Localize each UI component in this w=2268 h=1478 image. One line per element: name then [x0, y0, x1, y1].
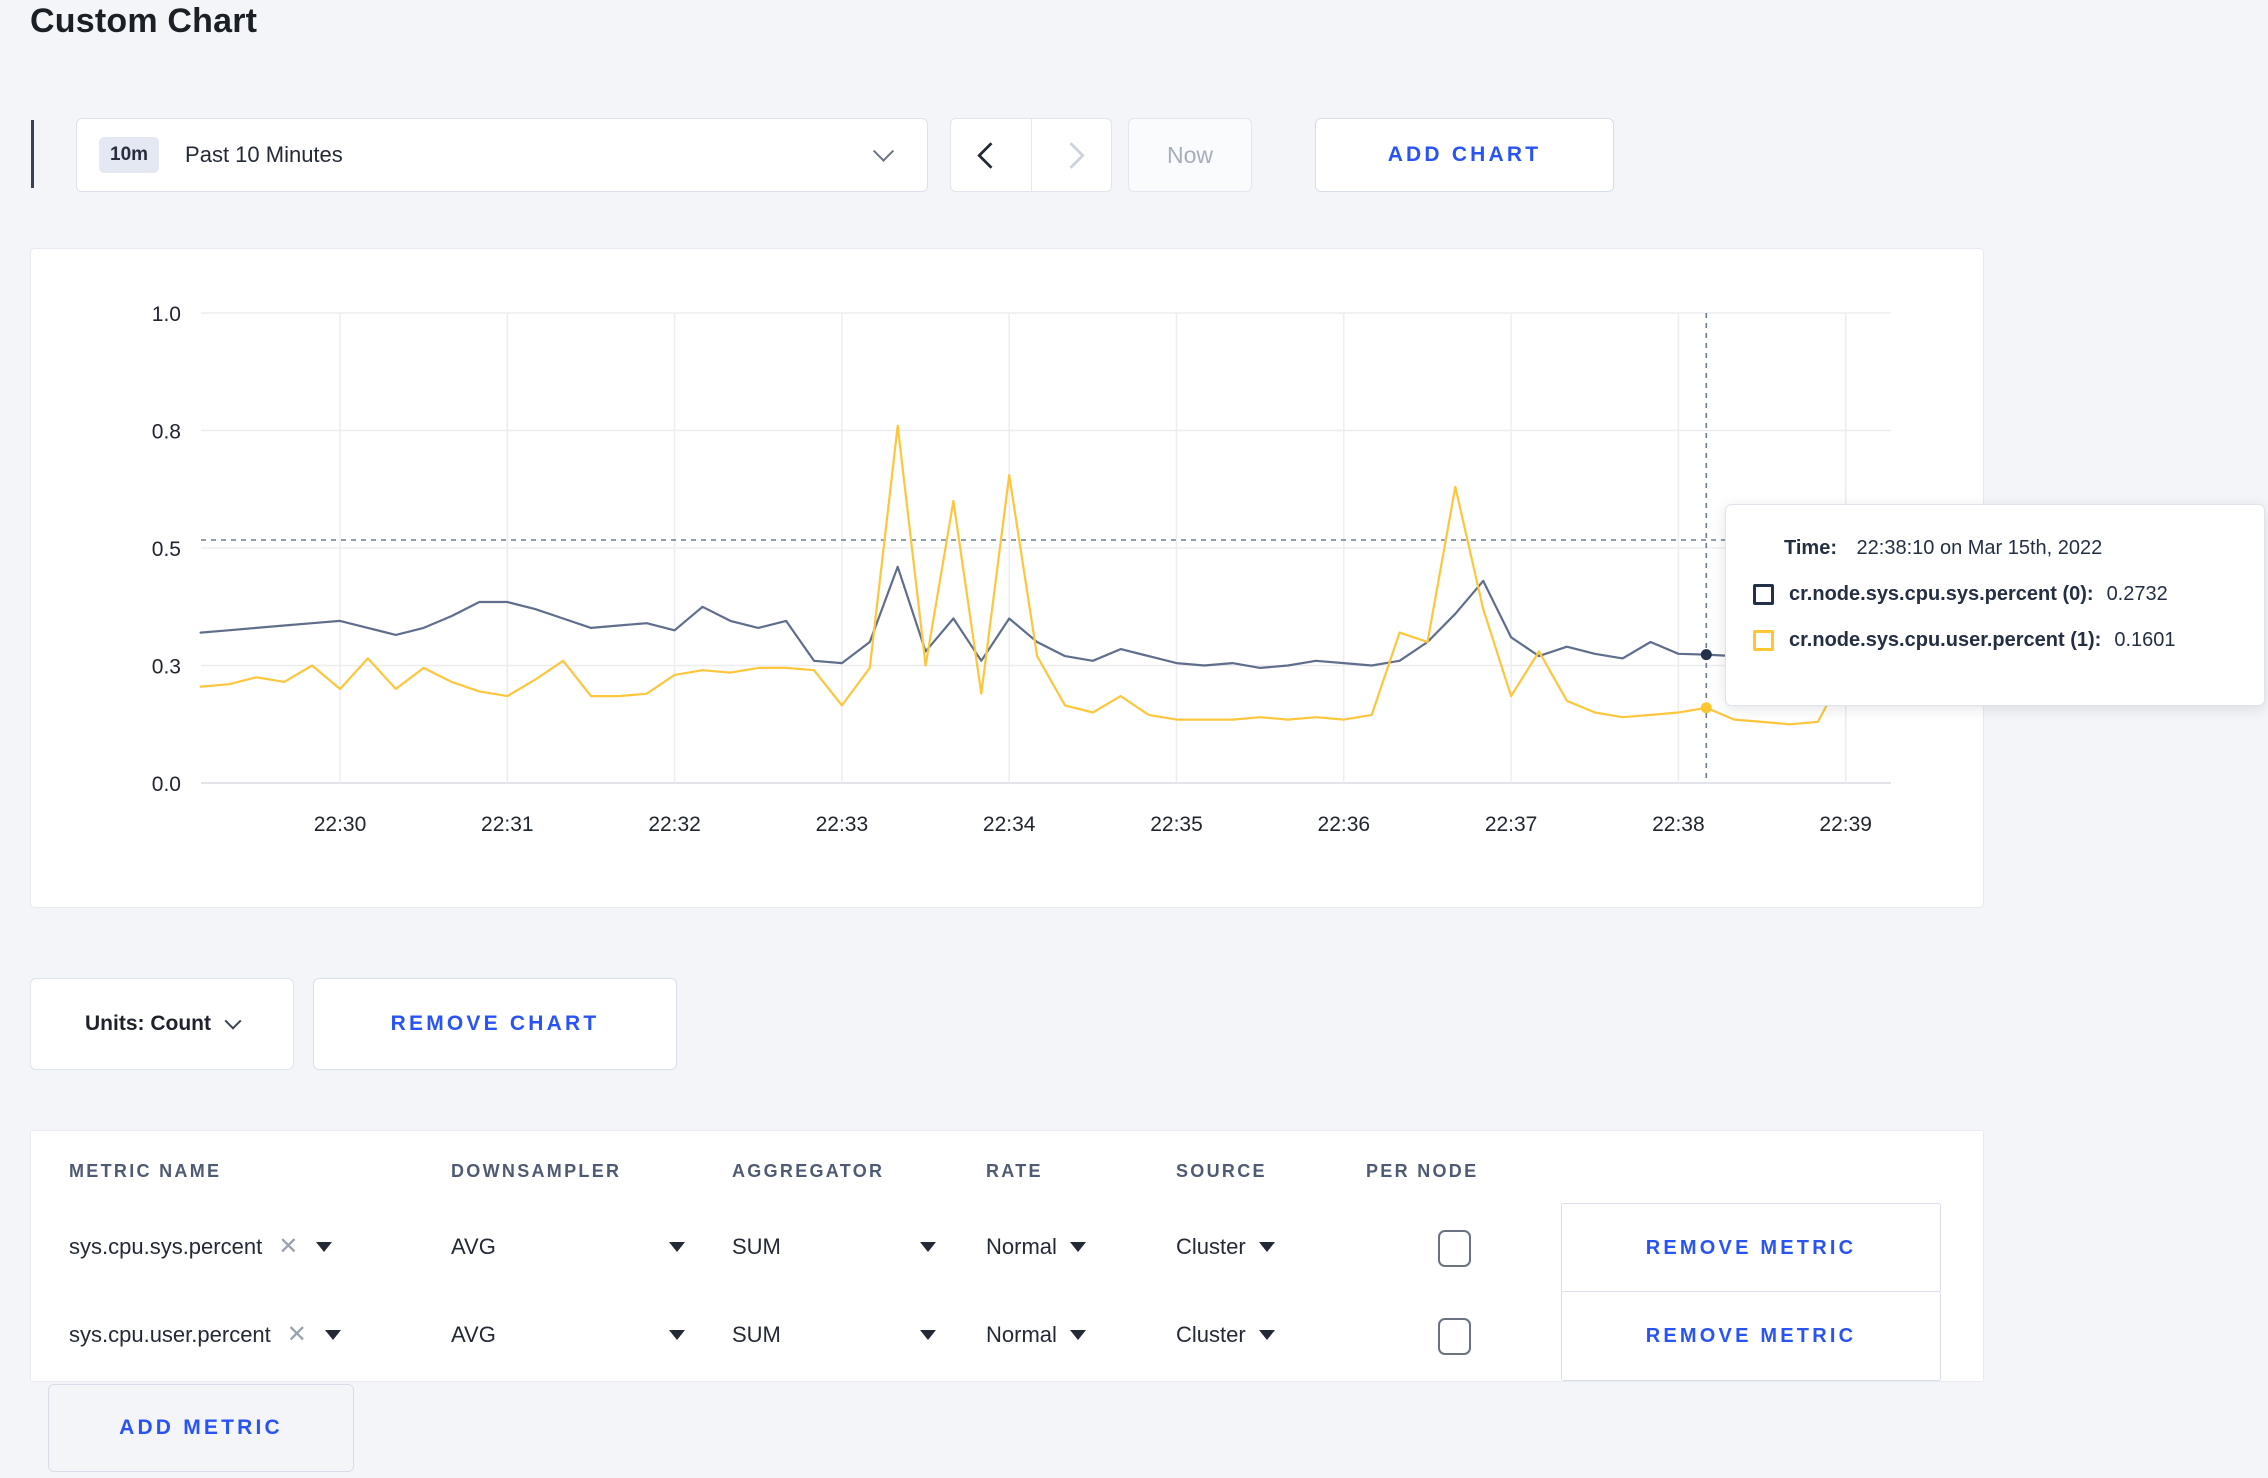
svg-text:22:35: 22:35	[1150, 813, 1203, 836]
source-select[interactable]: Cluster	[1176, 1291, 1275, 1379]
source-value: Cluster	[1176, 1322, 1246, 1347]
chevron-left-icon	[977, 141, 1005, 169]
svg-text:22:39: 22:39	[1819, 813, 1872, 836]
tooltip-time-row: Time: 22:38:10 on Mar 15th, 2022	[1784, 537, 2264, 560]
table-row: sys.cpu.sys.percent ✕ AVG SUM Normal Clu…	[31, 1203, 1983, 1293]
aggregator-select[interactable]: SUM	[732, 1291, 936, 1379]
cpu-usage-line-chart[interactable]: 0.0 0.3 0.5 0.8 1.0 22:30 22:31 22:32 22:33 22:34…	[31, 249, 1983, 907]
remove-metric-button[interactable]: REMOVE METRIC	[1561, 1203, 1941, 1293]
aggregator-select[interactable]: SUM	[732, 1203, 936, 1291]
caret-down-icon	[669, 1330, 685, 1340]
table-row: sys.cpu.user.percent ✕ AVG SUM Normal Cl…	[31, 1291, 1983, 1381]
aggregator-value: SUM	[732, 1234, 781, 1259]
tooltip-series-row: cr.node.sys.cpu.sys.percent (0): 0.2732	[1753, 583, 2264, 606]
rate-value: Normal	[986, 1234, 1057, 1259]
sys-series-swatch-icon	[1753, 584, 1774, 605]
remove-metric-button[interactable]: REMOVE METRIC	[1561, 1291, 1941, 1381]
svg-text:22:31: 22:31	[481, 813, 534, 836]
col-header-aggregator: AGGREGATOR	[732, 1161, 885, 1181]
metric-name-value: sys.cpu.sys.percent	[69, 1234, 263, 1259]
metrics-table: METRIC NAME DOWNSAMPLER AGGREGATOR RATE …	[30, 1130, 1984, 1382]
source-value: Cluster	[1176, 1234, 1246, 1259]
per-node-checkbox[interactable]	[1438, 1230, 1471, 1267]
page-title: Custom Chart	[30, 2, 258, 40]
tooltip-time-label: Time:	[1784, 537, 1837, 559]
svg-text:22:32: 22:32	[648, 813, 701, 836]
svg-text:0.8: 0.8	[152, 421, 181, 444]
tooltip-user-label: cr.node.sys.cpu.user.percent (1):	[1789, 629, 2102, 651]
user-series-swatch-icon	[1753, 630, 1774, 651]
col-header-per-node: PER NODE	[1366, 1161, 1479, 1181]
downsampler-value: AVG	[451, 1322, 496, 1347]
time-nav-group	[950, 118, 1112, 192]
tooltip-series-row: cr.node.sys.cpu.user.percent (1): 0.1601	[1753, 629, 2264, 652]
time-range-label: Past 10 Minutes	[185, 142, 343, 167]
col-header-downsampler: DOWNSAMPLER	[451, 1161, 622, 1181]
downsampler-select[interactable]: AVG	[451, 1203, 685, 1291]
downsampler-select[interactable]: AVG	[451, 1291, 685, 1379]
aggregator-value: SUM	[732, 1322, 781, 1347]
metric-dropdown-caret-icon[interactable]	[316, 1242, 333, 1252]
tooltip-user-value: 0.1601	[2114, 629, 2176, 651]
rate-value: Normal	[986, 1322, 1057, 1347]
next-time-button[interactable]	[1030, 119, 1112, 191]
time-range-badge: 10m	[99, 137, 160, 173]
caret-down-icon	[920, 1330, 936, 1340]
remove-tag-icon[interactable]: ✕	[278, 1235, 298, 1259]
tooltip-time-value: 22:38:10 on Mar 15th, 2022	[1856, 537, 2103, 559]
metric-name-cell: sys.cpu.user.percent ✕	[69, 1291, 341, 1379]
metric-dropdown-caret-icon[interactable]	[324, 1330, 341, 1340]
caret-down-icon	[1069, 1330, 1086, 1340]
col-header-rate: RATE	[986, 1161, 1043, 1181]
caret-down-icon	[1069, 1242, 1086, 1252]
time-range-select[interactable]: 10m Past 10 Minutes	[76, 118, 928, 192]
toolbar-left-divider	[31, 120, 34, 188]
add-metric-button[interactable]: ADD METRIC	[48, 1384, 354, 1472]
metric-name-value: sys.cpu.user.percent	[69, 1322, 271, 1347]
remove-tag-icon[interactable]: ✕	[287, 1323, 307, 1347]
chevron-right-icon	[1057, 141, 1085, 169]
col-header-metric-name: METRIC NAME	[69, 1161, 222, 1181]
chevron-down-icon	[224, 1012, 242, 1030]
tooltip-sys-label: cr.node.sys.cpu.sys.percent (0):	[1789, 583, 2094, 605]
per-node-checkbox[interactable]	[1438, 1318, 1471, 1355]
svg-text:0.5: 0.5	[152, 538, 181, 561]
prev-time-button[interactable]	[951, 119, 1031, 191]
add-chart-button[interactable]: ADD CHART	[1315, 118, 1614, 192]
chart-panel: 0.0 0.3 0.5 0.8 1.0 22:30 22:31 22:32 22:33 22:34…	[30, 248, 2265, 908]
caret-down-icon	[920, 1242, 936, 1252]
remove-chart-button[interactable]: REMOVE CHART	[313, 978, 677, 1070]
custom-chart-page: Custom Chart 10m Past 10 Minutes Now ADD…	[0, 0, 2268, 1478]
col-header-source: SOURCE	[1176, 1161, 1267, 1181]
rate-select[interactable]: Normal	[986, 1291, 1086, 1379]
chart-tooltip: Time: 22:38:10 on Mar 15th, 2022 cr.node…	[1725, 504, 2265, 706]
svg-text:22:37: 22:37	[1485, 813, 1538, 836]
svg-text:0.3: 0.3	[152, 656, 181, 679]
svg-text:22:36: 22:36	[1318, 813, 1371, 836]
svg-text:0.0: 0.0	[152, 773, 181, 796]
downsampler-value: AVG	[451, 1234, 496, 1259]
now-button[interactable]: Now	[1128, 118, 1252, 192]
svg-text:22:30: 22:30	[314, 813, 367, 836]
svg-text:22:38: 22:38	[1652, 813, 1705, 836]
source-select[interactable]: Cluster	[1176, 1203, 1275, 1291]
rate-select[interactable]: Normal	[986, 1203, 1086, 1291]
caret-down-icon	[669, 1242, 685, 1252]
metric-name-cell: sys.cpu.sys.percent ✕	[69, 1203, 333, 1291]
svg-text:1.0: 1.0	[152, 303, 181, 326]
units-label: Units: Count	[85, 1012, 211, 1035]
svg-text:22:33: 22:33	[816, 813, 869, 836]
chevron-down-icon	[872, 140, 895, 162]
caret-down-icon	[1258, 1330, 1275, 1340]
units-select[interactable]: Units: Count	[30, 978, 294, 1070]
svg-text:22:34: 22:34	[983, 813, 1036, 836]
caret-down-icon	[1258, 1242, 1275, 1252]
tooltip-sys-value: 0.2732	[2106, 583, 2168, 605]
